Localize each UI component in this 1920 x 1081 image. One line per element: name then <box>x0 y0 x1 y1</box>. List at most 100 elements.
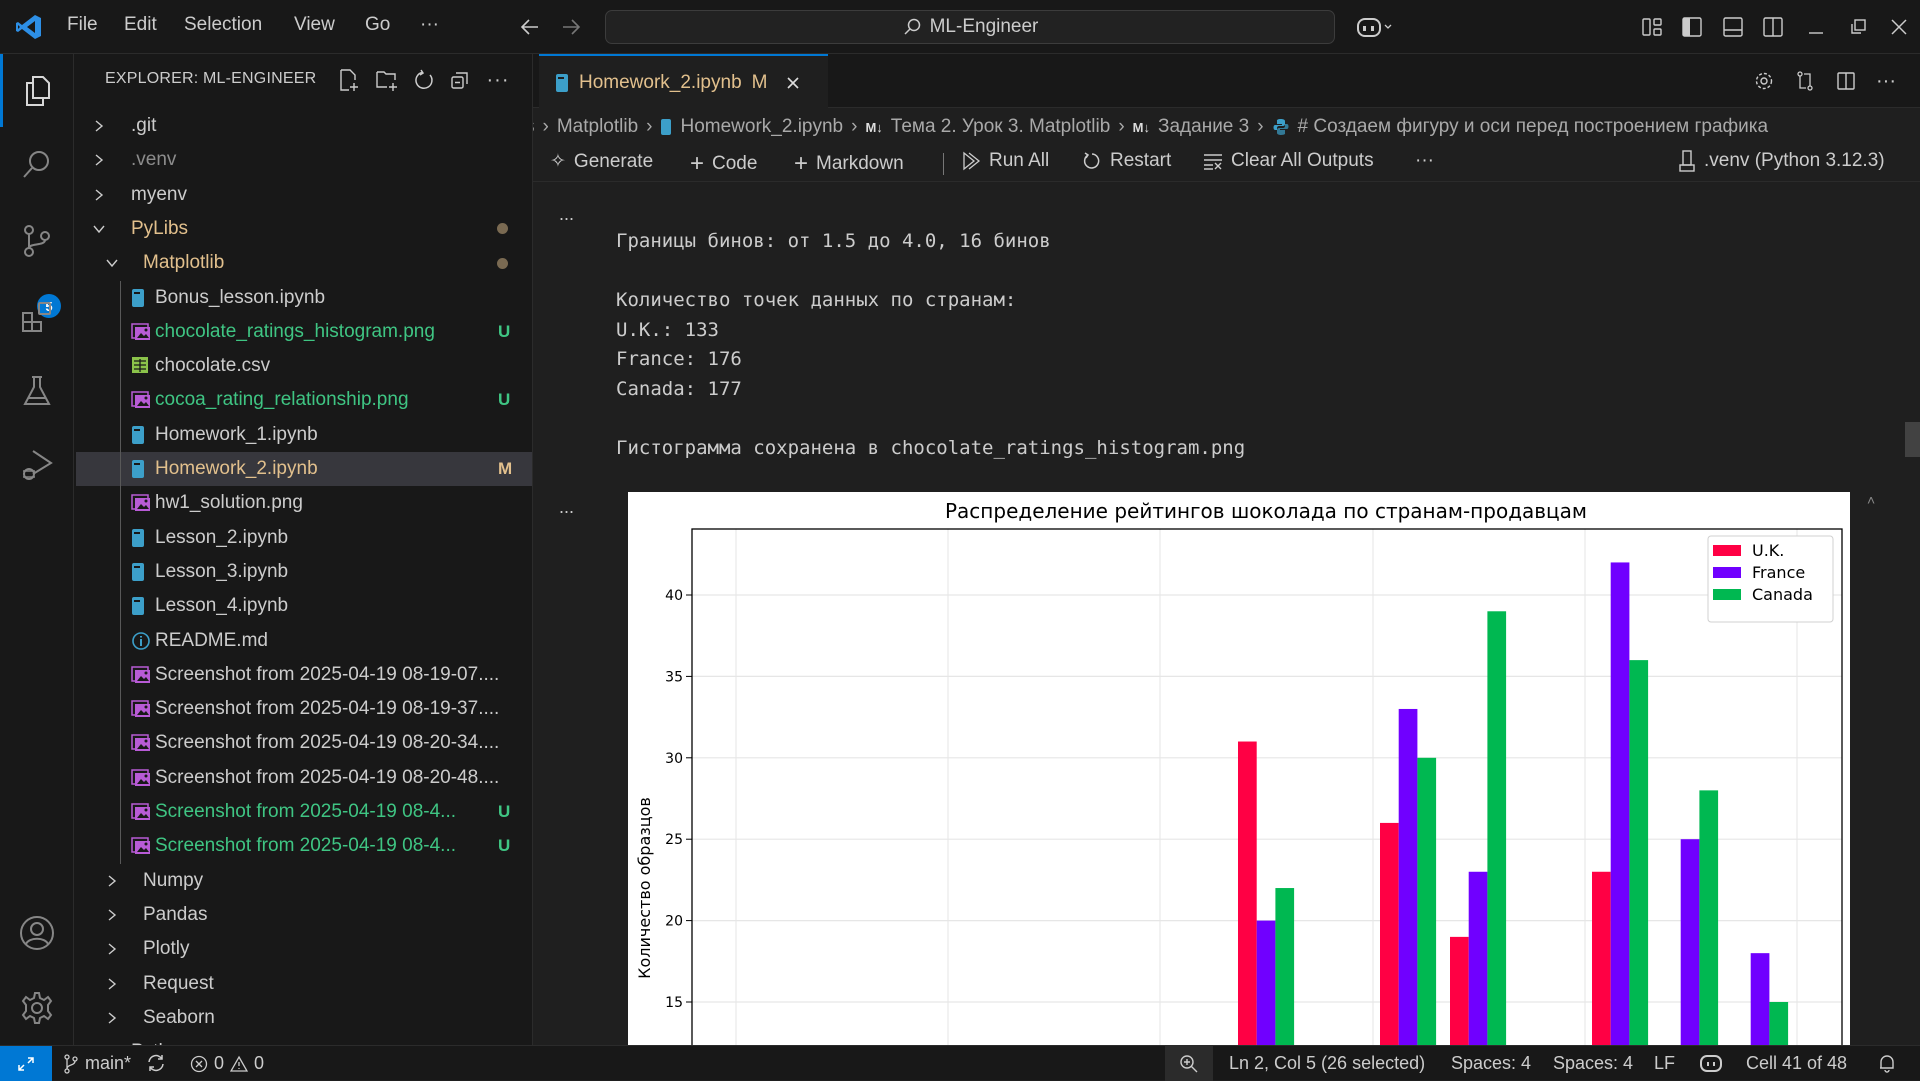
tree-folder[interactable]: myenv <box>76 178 532 212</box>
tree-folder[interactable]: .git <box>76 109 532 143</box>
sync-icon[interactable] <box>146 1053 166 1073</box>
menu-edit[interactable]: Edit <box>124 14 157 36</box>
eol-status[interactable]: LF <box>1654 1053 1675 1074</box>
restart-button[interactable]: Restart <box>1082 150 1171 172</box>
kernel-picker[interactable]: .venv (Python 3.12.3) <box>1678 150 1885 172</box>
tree-file[interactable]: chocolate_ratings_histogram.png U <box>76 315 532 349</box>
breadcrumb-item[interactable]: Homework_2.ipynb <box>680 116 843 138</box>
forward-arrow-icon[interactable] <box>559 15 583 39</box>
menu-file[interactable]: File <box>67 14 98 36</box>
back-arrow-icon[interactable] <box>518 15 542 39</box>
csv-file-icon <box>131 356 149 376</box>
scroll-up-chevron-icon[interactable]: ˄ <box>1867 492 1875 508</box>
tree-folder[interactable]: Pandas <box>76 898 532 932</box>
close-tab-icon[interactable] <box>785 75 801 91</box>
tree-file[interactable]: Homework_2.ipynb M <box>76 452 532 486</box>
clear-all-outputs-button[interactable]: Clear All Outputs <box>1203 150 1374 172</box>
breadcrumb-item[interactable]: Задание 3 <box>1158 116 1249 138</box>
editor-more-icon[interactable]: ··· <box>1873 68 1899 94</box>
breadcrumb-item[interactable]: Тема 2. Урок 3. Matplotlib <box>891 116 1111 138</box>
problems-status[interactable]: 0 0 <box>190 1053 264 1074</box>
restore-icon[interactable] <box>1846 15 1870 39</box>
testing-flask-icon[interactable] <box>0 361 74 421</box>
tree-file[interactable]: Screenshot from 2025-04-19 08-4... U <box>76 795 532 829</box>
breadcrumb-item[interactable]: Matplotlib <box>557 116 638 138</box>
generate-button[interactable]: ✧ Generate <box>550 150 653 173</box>
collapse-all-icon[interactable] <box>448 68 472 92</box>
menu-more[interactable]: ··· <box>420 14 439 36</box>
accounts-icon[interactable] <box>0 903 74 963</box>
add-code-cell-button[interactable]: + Code <box>690 150 757 178</box>
tree-file[interactable]: Homework_1.ipynb <box>76 418 532 452</box>
tree-file[interactable]: hw1_solution.png <box>76 486 532 520</box>
run-debug-icon[interactable] <box>0 435 74 495</box>
tree-file[interactable]: Lesson_2.ipynb <box>76 521 532 555</box>
cell-output-more-button[interactable]: ... <box>559 204 574 225</box>
cell-position[interactable]: Cell 41 of 48 <box>1746 1053 1847 1074</box>
tree-folder[interactable]: .venv <box>76 143 532 177</box>
tree-folder[interactable]: Request <box>76 967 532 1001</box>
breadcrumb-item[interactable]: # Создаем фигуру и оси перед построением… <box>1298 116 1769 138</box>
tree-file[interactable]: chocolate.csv <box>76 349 532 383</box>
minimize-icon[interactable] <box>1804 15 1828 39</box>
notebook-settings-gear-icon[interactable] <box>1751 68 1777 94</box>
tab-homework-2[interactable]: Homework_2.ipynb M <box>539 54 828 109</box>
tree-folder[interactable]: PyLibs <box>76 212 532 246</box>
tree-folder[interactable]: Numpy <box>76 864 532 898</box>
branch-status[interactable]: main* <box>63 1053 131 1074</box>
editor-scrollbar-thumb[interactable] <box>1905 422 1920 457</box>
tree-file[interactable]: Screenshot from 2025-04-19 08-4... U <box>76 829 532 863</box>
tree-file[interactable]: Screenshot from 2025-04-19 08-20-34.... <box>76 726 532 760</box>
menu-view[interactable]: View <box>294 14 335 36</box>
new-file-icon[interactable] <box>337 68 361 92</box>
remote-indicator-icon[interactable] <box>0 1046 52 1081</box>
cell-output-more-button[interactable]: ... <box>559 497 574 518</box>
split-editor-icon[interactable] <box>1833 68 1859 94</box>
tree-folder[interactable]: Python <box>76 1035 532 1045</box>
breadcrumb-item[interactable]: s <box>533 116 535 138</box>
tree-file[interactable]: Bonus_lesson.ipynb <box>76 281 532 315</box>
tree-folder[interactable]: Matplotlib <box>76 246 532 280</box>
indentation-status[interactable]: Spaces: 4 <box>1553 1053 1633 1074</box>
indentation-status[interactable]: Spaces: 4 <box>1451 1053 1531 1074</box>
menu-selection[interactable]: Selection <box>184 14 262 36</box>
toggle-panel-icon[interactable] <box>1721 15 1745 39</box>
search-icon[interactable] <box>0 134 74 194</box>
copilot-icon[interactable] <box>1356 15 1396 39</box>
tree-file[interactable]: Screenshot from 2025-04-19 08-19-37.... <box>76 692 532 726</box>
tree-file[interactable]: Screenshot from 2025-04-19 08-20-48.... <box>76 761 532 795</box>
customize-layout-icon[interactable] <box>1640 15 1664 39</box>
generate-label: Generate <box>573 150 654 172</box>
explorer-icon[interactable] <box>0 61 74 121</box>
tree-file[interactable]: Lesson_3.ipynb <box>76 555 532 589</box>
zoom-in-icon[interactable] <box>1165 1046 1213 1081</box>
source-control-icon[interactable] <box>0 211 74 271</box>
command-center-search[interactable]: ML-Engineer <box>605 10 1335 44</box>
indent-guide <box>120 280 121 864</box>
open-changes-icon[interactable] <box>1792 68 1818 94</box>
tree-folder[interactable]: Seaborn <box>76 1001 532 1035</box>
extensions-icon[interactable] <box>0 287 74 347</box>
add-markdown-cell-button[interactable]: + Markdown <box>794 150 904 178</box>
notifications-bell-icon[interactable] <box>1877 1053 1897 1073</box>
toolbar-more-button[interactable]: ··· <box>1415 150 1434 172</box>
close-window-icon[interactable] <box>1887 15 1911 39</box>
run-all-button[interactable]: Run All <box>961 150 1049 172</box>
tree-item-label: Screenshot from 2025-04-19 08-20-34.... <box>155 732 500 754</box>
output-line: U.K.: 133 <box>616 318 719 341</box>
refresh-icon[interactable] <box>412 68 436 92</box>
menu-go[interactable]: Go <box>365 14 390 36</box>
cursor-position[interactable]: Ln 2, Col 5 (26 selected) <box>1229 1053 1425 1074</box>
tree-file[interactable]: cocoa_rating_relationship.png U <box>76 383 532 417</box>
settings-gear-icon[interactable] <box>0 978 74 1038</box>
copilot-status-icon[interactable] <box>1699 1053 1723 1073</box>
more-actions-icon[interactable]: ··· <box>486 68 510 92</box>
toggle-secondary-sidebar-icon[interactable] <box>1761 15 1785 39</box>
tree-file[interactable]: README.md <box>76 624 532 658</box>
tree-file[interactable]: Lesson_4.ipynb <box>76 589 532 623</box>
tree-folder[interactable]: Plotly <box>76 932 532 966</box>
tree-file[interactable]: Screenshot from 2025-04-19 08-19-07.... <box>76 658 532 692</box>
new-folder-icon[interactable] <box>375 68 399 92</box>
notebook-file-icon <box>131 528 149 548</box>
toggle-primary-sidebar-icon[interactable] <box>1680 15 1704 39</box>
